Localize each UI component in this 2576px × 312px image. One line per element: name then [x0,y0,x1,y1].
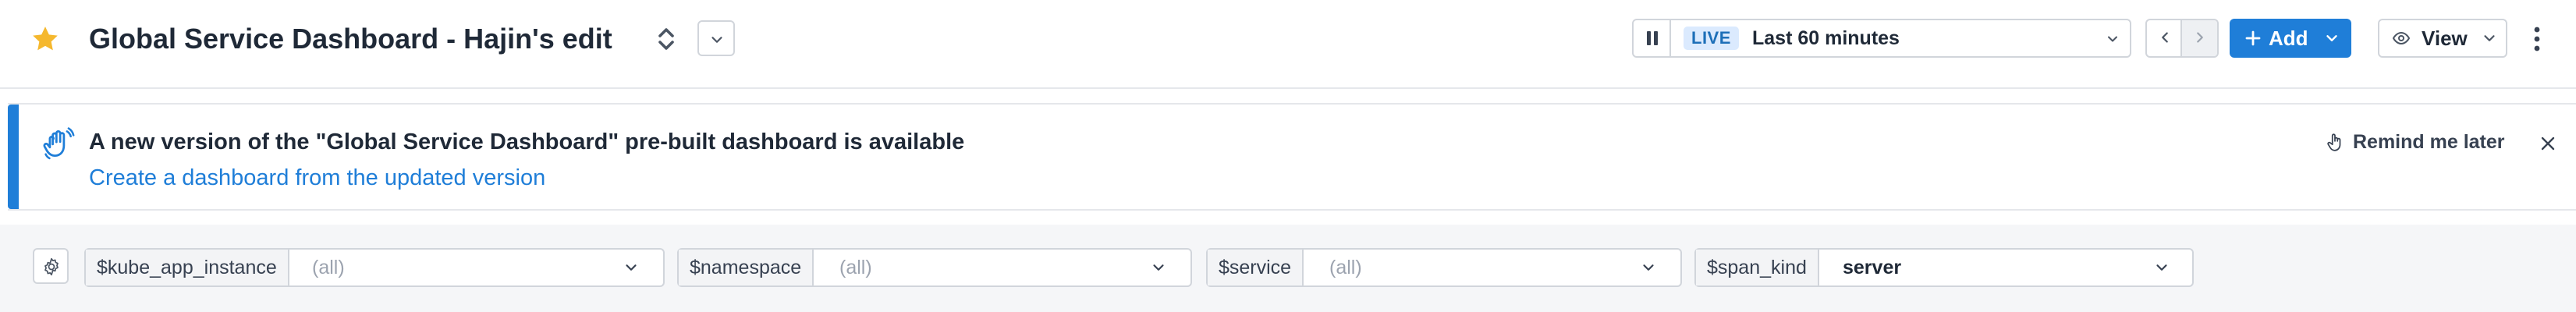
chevron-down-icon [2156,264,2167,271]
gear-icon [44,257,59,276]
waving-hand-icon [43,127,75,160]
more-options-icon[interactable] [2528,23,2546,55]
variable-value-select[interactable]: server [1843,250,1901,285]
chevron-down-icon [1153,264,1164,271]
variable-label: $service [1208,250,1304,285]
variable-value-select[interactable]: (all) [312,250,345,285]
variable-value-select[interactable]: (all) [839,250,872,285]
title-dropdown-button[interactable] [697,20,735,56]
chevron-down-icon [711,37,722,43]
chevron-down-icon [626,264,637,271]
chevron-down-icon [2108,36,2117,42]
star-icon[interactable] [30,23,61,55]
create-dashboard-link[interactable]: Create a dashboard from the updated vers… [89,162,545,193]
dashboard-header: Global Service Dashboard - Hajin's edit … [0,0,2576,89]
chevron-left-icon [2162,32,2168,43]
pause-button[interactable] [1634,20,1671,56]
live-badge: LIVE [1684,27,1739,50]
add-button-label: Add [2269,27,2308,50]
pause-icon [1647,31,1658,45]
eye-icon [2392,31,2411,45]
chevron-down-icon [2326,35,2337,41]
chevron-right-icon [2197,32,2203,43]
variable-namespace: $namespace (all) [677,248,1192,287]
hand-pointer-icon [2327,133,2341,151]
time-navigation [2145,19,2219,58]
update-notification-banner: A new version of the "Global Service Das… [8,103,2576,211]
variable-label: $kube_app_instance [86,250,289,285]
next-time-button[interactable] [2182,20,2217,56]
plus-icon [2245,30,2261,46]
page-title: Global Service Dashboard - Hajin's edit [89,23,612,55]
template-variables-bar: $kube_app_instance (all) $namespace (all… [0,225,2576,312]
variable-label: $namespace [679,250,814,285]
chevron-down-icon [1643,264,1654,271]
close-icon[interactable] [2539,134,2557,153]
previous-time-button[interactable] [2147,20,2182,56]
banner-accent-bar [8,105,19,209]
time-range-picker[interactable]: LIVE Last 60 minutes [1632,19,2131,58]
variable-kube-app-instance: $kube_app_instance (all) [84,248,665,287]
sort-updown-icon[interactable] [655,25,677,53]
variable-label: $span_kind [1696,250,1819,285]
time-range-label[interactable]: Last 60 minutes [1752,20,1900,56]
variables-settings-button[interactable] [33,248,69,284]
remind-me-later-label: Remind me later [2353,131,2505,153]
add-button[interactable]: Add [2230,19,2351,58]
banner-title: A new version of the "Global Service Das… [89,129,965,154]
view-button[interactable]: View [2378,19,2507,58]
view-button-label: View [2422,27,2468,50]
variable-service: $service (all) [1206,248,1682,287]
variable-span-kind: $span_kind server [1694,248,2194,287]
variable-value-select[interactable]: (all) [1329,250,1362,285]
chevron-down-icon [2484,35,2495,41]
